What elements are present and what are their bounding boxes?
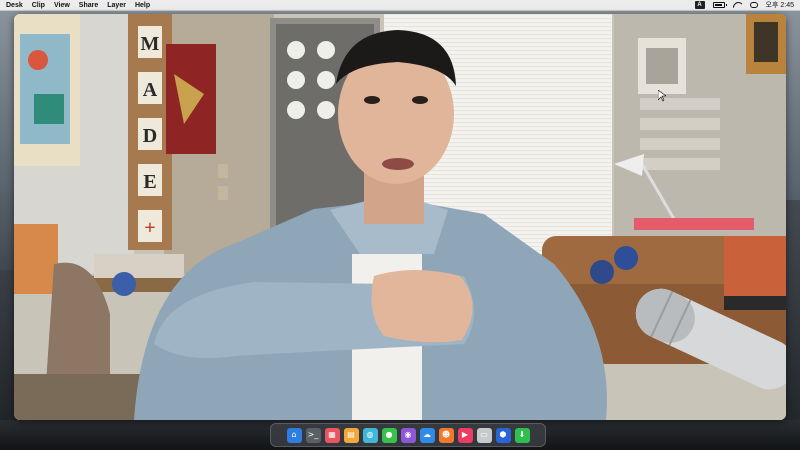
notes-icon[interactable]: ▤	[343, 427, 359, 443]
video-window[interactable]: M A D E +	[14, 14, 786, 420]
contacts-icon[interactable]: ☻	[438, 427, 454, 443]
menu-help[interactable]: Help	[135, 0, 150, 11]
dock: ⌂ >_ ▦ ▤ ◍ ● ◉ ☁ ☻ ▶ ▭ ⬢ ⬇	[270, 423, 546, 447]
shield-icon[interactable]: ⬢	[495, 427, 511, 443]
messages-icon[interactable]: ◍	[362, 427, 378, 443]
sign-letter-m: M	[141, 33, 160, 55]
sign-letter-d: D	[143, 125, 157, 147]
menu-desk[interactable]: Desk	[6, 0, 23, 11]
photo-icon[interactable]: ▭	[476, 427, 492, 443]
calendar-icon[interactable]: ▦	[324, 427, 340, 443]
download-icon[interactable]: ⬇	[514, 427, 530, 443]
menu-clock[interactable]: 오후 2:45	[766, 0, 794, 10]
menu-clip[interactable]: Clip	[32, 0, 45, 11]
sign-letter-a: A	[143, 79, 158, 101]
menu-bar: Desk Clip View Share Layer Help A 오후 2:4…	[0, 0, 800, 11]
home-icon[interactable]: ⌂	[286, 427, 302, 443]
play-icon[interactable]: ▶	[457, 427, 473, 443]
wallpaper-right	[784, 200, 800, 450]
menu-layer[interactable]: Layer	[107, 0, 126, 11]
battery-icon[interactable]	[712, 2, 727, 8]
menu-share[interactable]: Share	[79, 0, 98, 11]
podcast-icon[interactable]: ◉	[400, 427, 416, 443]
video-frame: M A D E +	[14, 14, 786, 420]
terminal-icon[interactable]: >_	[305, 427, 321, 443]
input-source-badge[interactable]: A	[694, 1, 705, 9]
mouse-cursor-icon	[658, 90, 666, 102]
wifi-icon[interactable]	[733, 2, 742, 8]
sign-letter-plus: +	[144, 217, 155, 239]
chat-icon[interactable]: ●	[381, 427, 397, 443]
control-center-icon[interactable]	[749, 2, 758, 8]
cloud-icon[interactable]: ☁	[419, 427, 435, 443]
menu-view[interactable]: View	[54, 0, 70, 11]
sign-letter-e: E	[143, 171, 156, 193]
